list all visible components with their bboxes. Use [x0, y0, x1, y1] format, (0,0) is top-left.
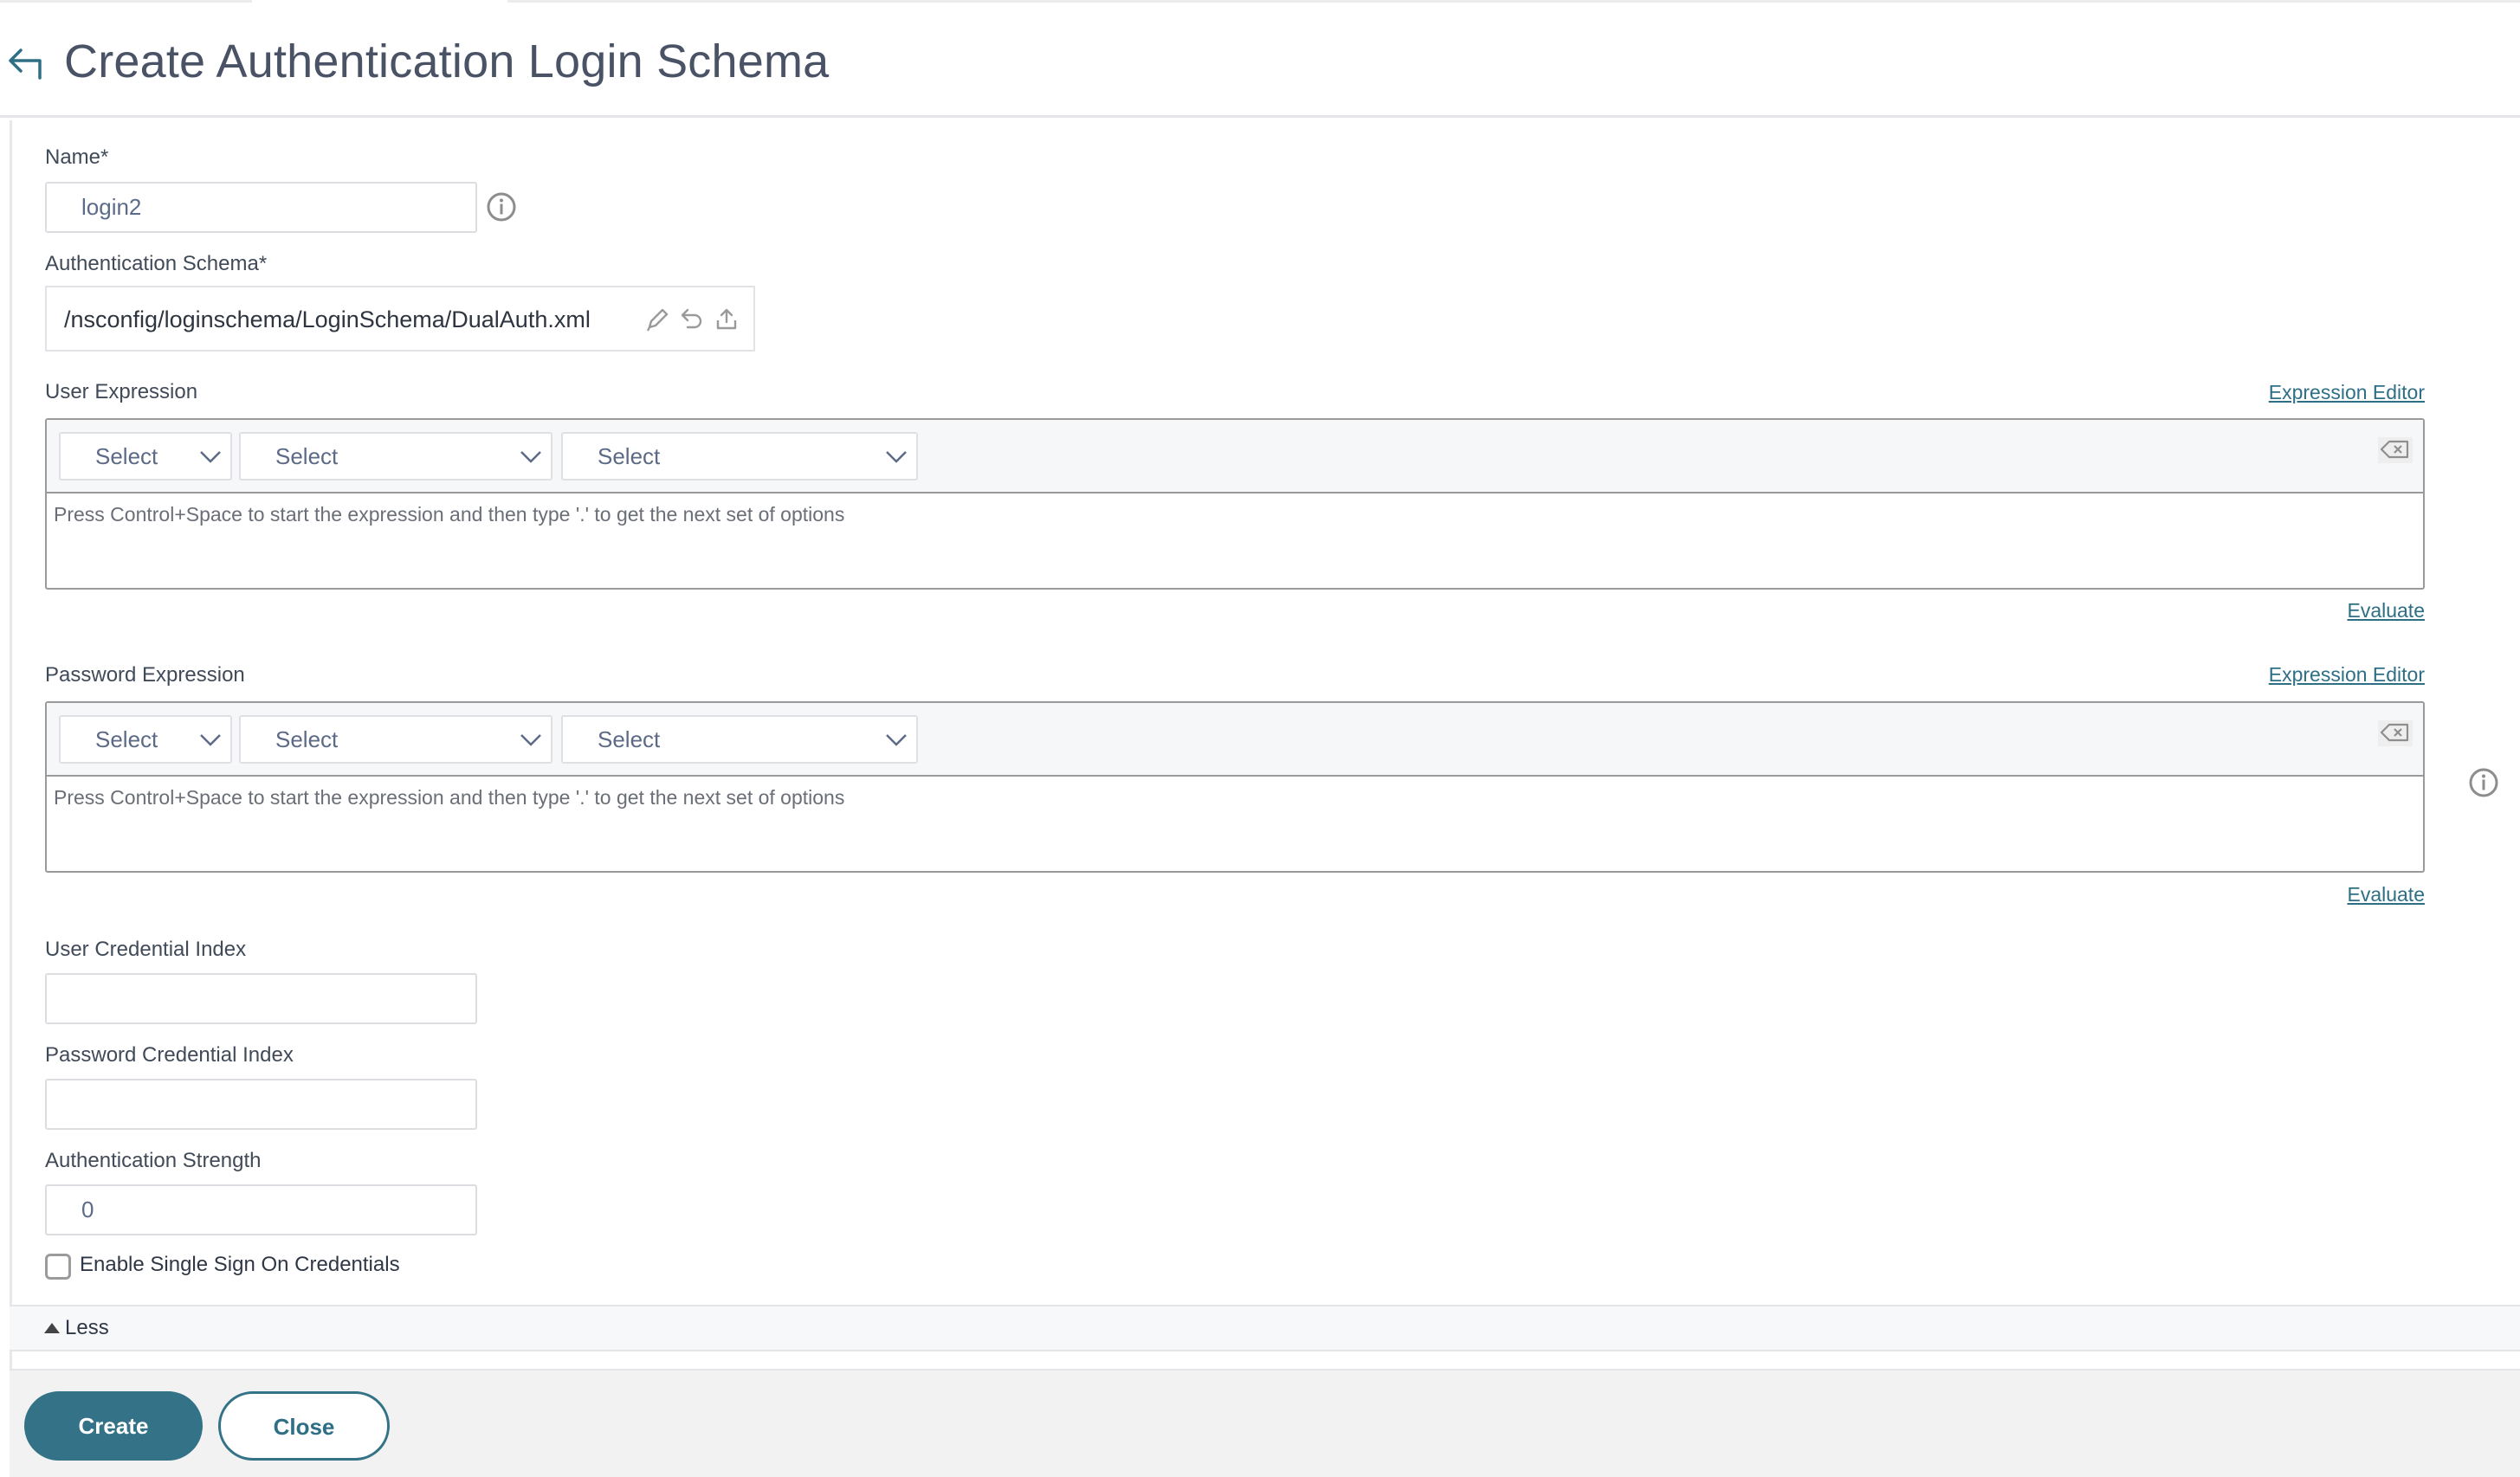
- chevron-down-icon: [200, 451, 221, 463]
- password-expression-clear-button[interactable]: [2378, 720, 2413, 746]
- user-expr-select-1[interactable]: Select: [59, 432, 232, 481]
- select-label: Select: [275, 726, 339, 752]
- password-expression-toolbar: Select Select Select: [47, 703, 2423, 777]
- user-expression-clear-button[interactable]: [2378, 437, 2413, 463]
- clear-backspace-icon: [2380, 723, 2409, 742]
- sso-checkbox[interactable]: [45, 1254, 71, 1280]
- password-expression-info-button[interactable]: [2468, 767, 2499, 798]
- less-label: Less: [65, 1316, 109, 1339]
- select-label: Select: [95, 726, 158, 752]
- user-credential-index-input[interactable]: [45, 973, 477, 1024]
- password-expression-editor-link[interactable]: Expression Editor: [2269, 663, 2425, 687]
- undo-icon: [681, 308, 702, 329]
- select-label: Select: [598, 443, 661, 469]
- create-button[interactable]: Create: [24, 1391, 203, 1461]
- chevron-down-icon: [886, 451, 907, 463]
- user-expression-evaluate-link[interactable]: Evaluate: [2347, 599, 2425, 622]
- name-input[interactable]: login2: [45, 182, 477, 233]
- sso-checkbox-label[interactable]: Enable Single Sign On Credentials: [80, 1253, 400, 1277]
- upload-schema-button[interactable]: [714, 305, 740, 334]
- page-header: Create Authentication Login Schema: [0, 0, 2520, 118]
- chevron-down-icon: [200, 734, 221, 746]
- clear-backspace-icon: [2380, 440, 2409, 459]
- upload-icon: [716, 308, 737, 330]
- authentication-strength-label: Authentication Strength: [45, 1149, 262, 1172]
- password-expression-label: Password Expression: [45, 663, 245, 687]
- password-expr-select-1[interactable]: Select: [59, 715, 232, 764]
- footer-bar: Create Close: [10, 1369, 2520, 1477]
- authentication-strength-input[interactable]: 0: [45, 1184, 477, 1235]
- user-expression-input[interactable]: Press Control+Space to start the express…: [54, 503, 844, 526]
- user-expression-toolbar: Select Select Select: [47, 420, 2423, 493]
- close-button[interactable]: Close: [218, 1391, 390, 1461]
- back-arrow-icon: [9, 48, 42, 80]
- schema-label: Authentication Schema*: [45, 252, 268, 275]
- chevron-down-icon: [520, 451, 541, 463]
- password-credential-index-label: Password Credential Index: [45, 1043, 294, 1067]
- user-credential-index-label: User Credential Index: [45, 938, 247, 961]
- user-expr-select-3[interactable]: Select: [561, 432, 918, 481]
- reset-schema-button[interactable]: [679, 305, 705, 334]
- user-expr-select-2[interactable]: Select: [239, 432, 552, 481]
- user-expression-box: Select Select Select Press Control+Space…: [45, 418, 2425, 590]
- user-expression-label: User Expression: [45, 380, 198, 403]
- password-expr-select-2[interactable]: Select: [239, 715, 552, 764]
- info-icon: [487, 192, 516, 222]
- select-label: Select: [95, 443, 158, 469]
- back-button[interactable]: [7, 45, 48, 80]
- schema-field[interactable]: /nsconfig/loginschema/LoginSchema/DualAu…: [45, 286, 755, 352]
- password-expression-box: Select Select Select Press Control+Space…: [45, 701, 2425, 873]
- schema-path-value: /nsconfig/loginschema/LoginSchema/DualAu…: [64, 306, 591, 332]
- less-toggle[interactable]: Less: [10, 1305, 2520, 1351]
- password-expr-select-3[interactable]: Select: [561, 715, 918, 764]
- select-label: Select: [598, 726, 661, 752]
- info-icon: [2469, 768, 2498, 797]
- name-label: Name*: [45, 145, 109, 169]
- user-expression-editor-link[interactable]: Expression Editor: [2269, 381, 2425, 404]
- edit-schema-button[interactable]: [644, 305, 670, 334]
- page-title: Create Authentication Login Schema: [64, 35, 830, 87]
- password-expression-evaluate-link[interactable]: Evaluate: [2347, 883, 2425, 906]
- password-credential-index-input[interactable]: [45, 1079, 477, 1130]
- select-label: Select: [275, 443, 339, 469]
- password-expression-input[interactable]: Press Control+Space to start the express…: [54, 786, 844, 809]
- name-info-button[interactable]: [486, 191, 517, 223]
- chevron-down-icon: [886, 734, 907, 746]
- chevron-down-icon: [520, 734, 541, 746]
- caret-up-icon: [44, 1323, 60, 1333]
- edit-pencil-icon: [646, 308, 669, 332]
